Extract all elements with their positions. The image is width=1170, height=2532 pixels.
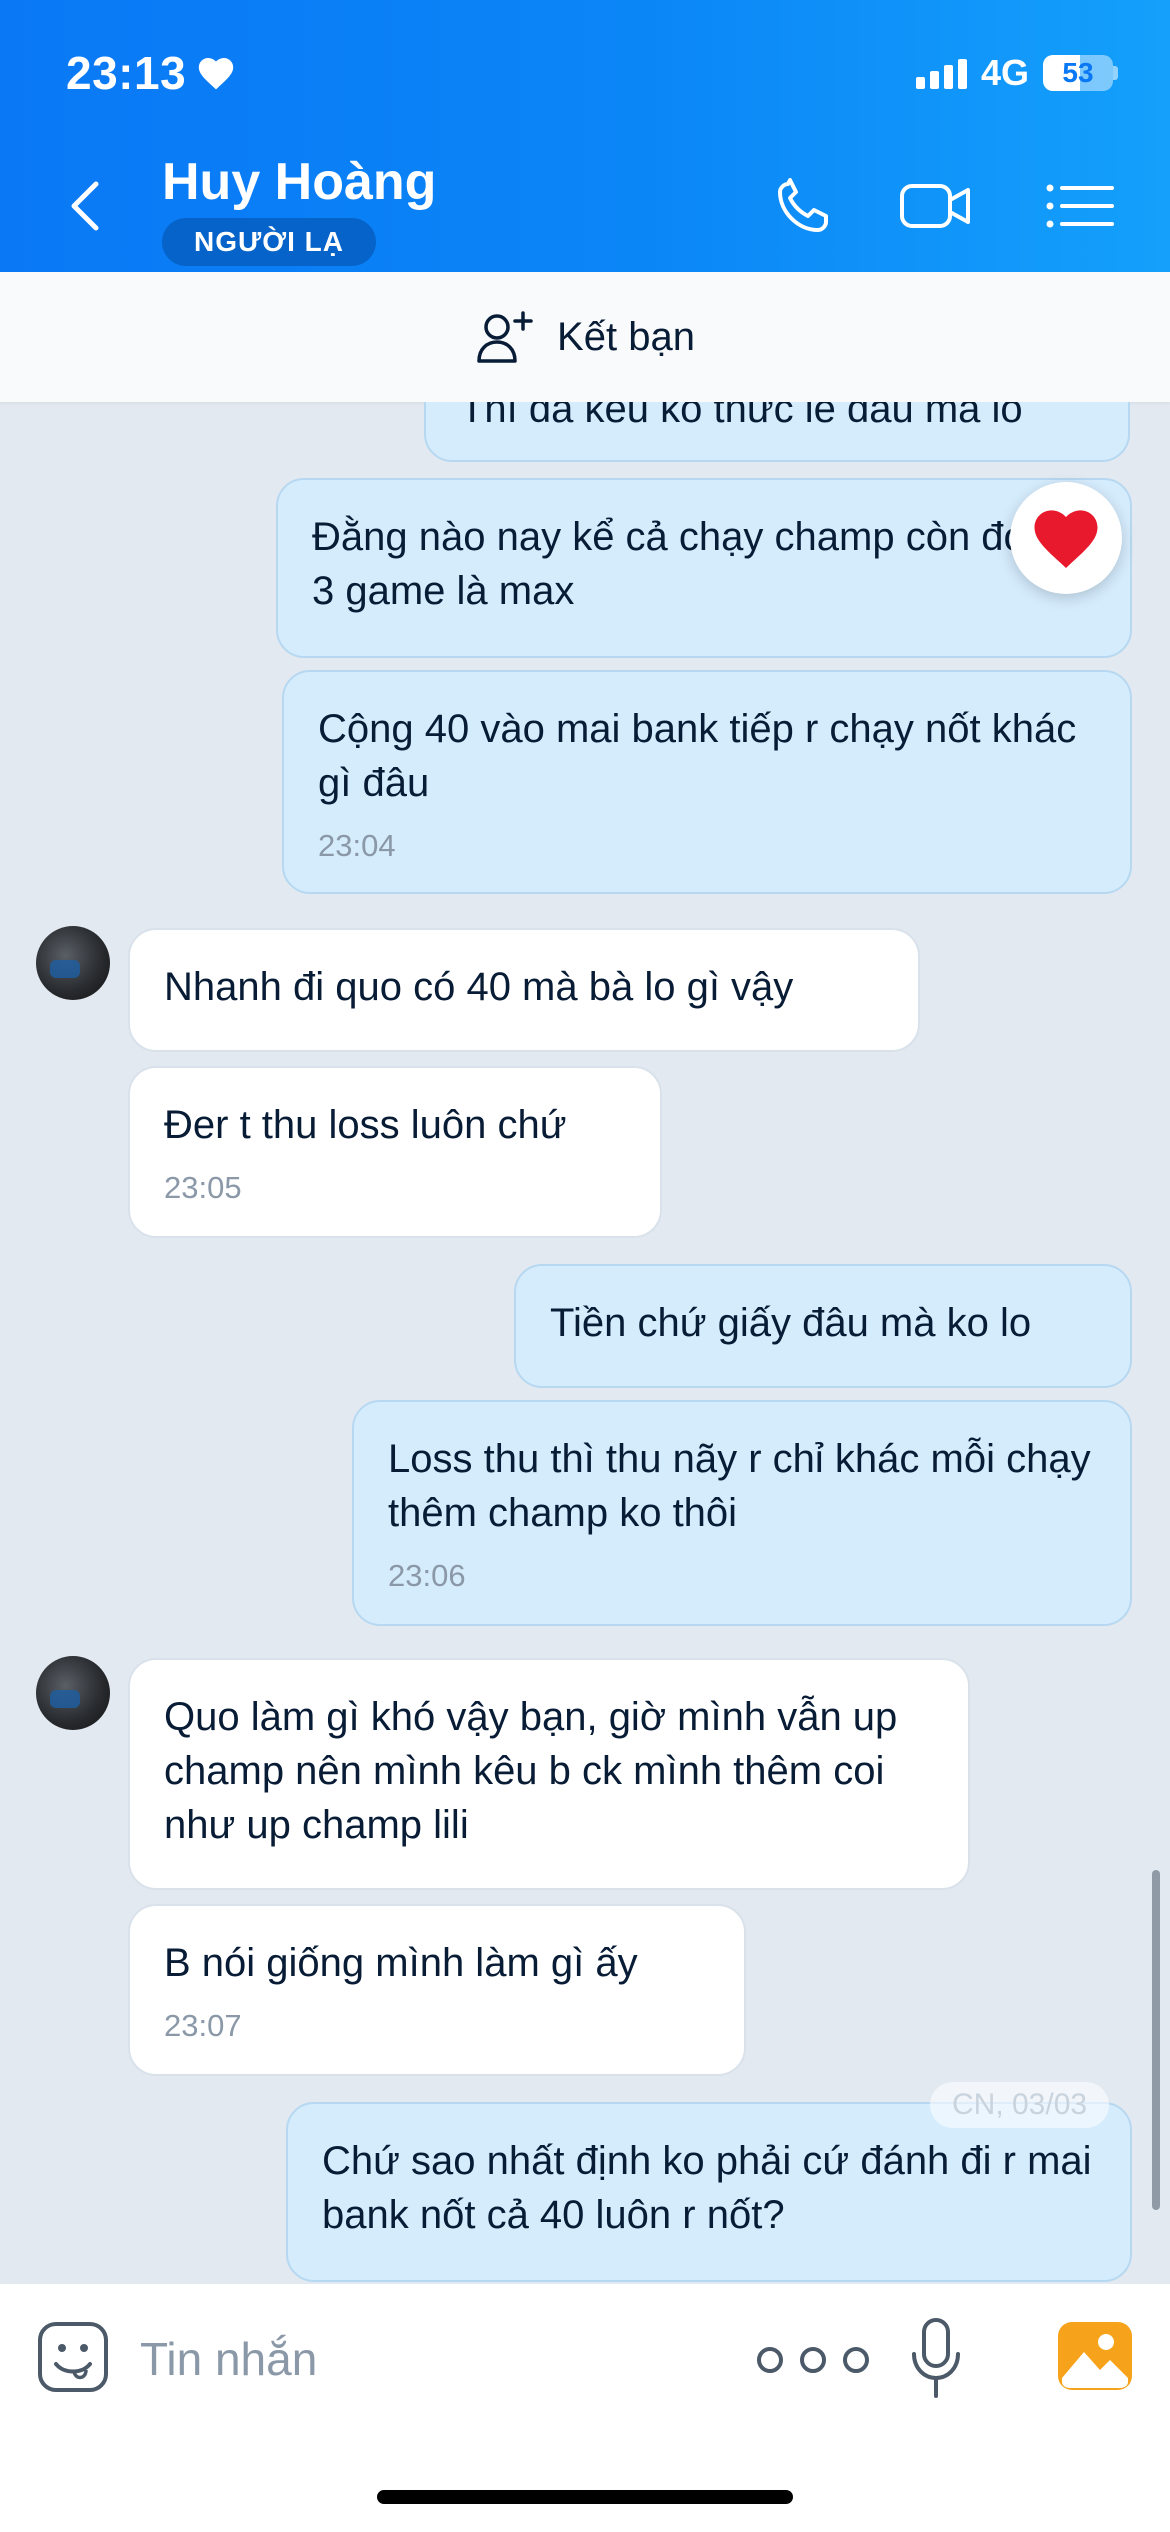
message-text: Loss thu thì thu nãy r chỉ khác mỗi chạy… [388,1437,1091,1535]
scrollbar[interactable] [1152,1870,1160,2210]
message-input-bar [0,2284,1170,2532]
message-bubble[interactable]: Chứ sao nhất định ko phải cứ đánh đi r m… [286,2102,1132,2282]
message-bubble[interactable]: Loss thu thì thu nãy r chỉ khác mỗi chạy… [352,1400,1132,1626]
message-bubble[interactable]: Tiền chứ giấy đâu mà ko lo [514,1264,1132,1388]
message-text: B nói giống mình làm gì ấy [164,1941,638,1985]
more-icon[interactable] [748,2338,878,2382]
status-bar-time: 23:13 [66,46,236,100]
reaction-badge[interactable] [1010,482,1122,594]
avatar[interactable] [36,926,110,1000]
message-bubble[interactable]: Đằng nào nay kể cả chạy champ còn đc có … [276,478,1132,658]
chat-area[interactable]: Thì đã kêu ko thức lẻ đâu mà lo Đằng nào… [0,402,1170,2284]
message-time: 23:04 [318,828,396,863]
clock: 23:13 [66,47,187,99]
video-call-icon[interactable] [896,176,976,236]
message-bubble[interactable]: Quo làm gì khó vậy bạn, giờ mình vẫn up … [128,1658,970,1890]
add-person-icon [477,311,533,363]
image-icon[interactable] [1056,2320,1134,2392]
status-bar-right: 4G 53 [915,52,1118,94]
battery-level: 53 [1062,57,1094,88]
sticker-icon[interactable] [36,2320,110,2394]
contact-name[interactable]: Huy Hoàng [162,152,436,212]
message-text: Thì đã kêu ko thức lẻ đâu mà lo [460,402,1023,431]
battery-icon: 53 [1043,55,1118,91]
message-bubble[interactable]: B nói giống mình làm gì ấy 23:07 [128,1904,746,2076]
heart-icon [198,57,234,90]
battery-indicator: 53 [1043,55,1113,91]
avatar[interactable] [36,1656,110,1730]
home-indicator[interactable] [377,2490,793,2504]
stranger-badge: NGƯỜI LẠ [162,218,376,266]
signal-icon [915,57,967,89]
header-bar: 23:13 4G 53 Huy Hoàng NGƯỜI LẠ [0,0,1170,272]
message-text: Cộng 40 vào mai bank tiếp r chạy nốt khá… [318,707,1077,805]
microphone-icon[interactable] [906,2316,966,2402]
message-bubble[interactable]: Nhanh đi quo có 40 mà bà lo gì vậy [128,928,920,1052]
message-bubble[interactable]: Thì đã kêu ko thức lẻ đâu mà lo [424,402,1130,462]
message-text: Chứ sao nhất định ko phải cứ đánh đi r m… [322,2139,1092,2237]
message-bubble[interactable]: Cộng 40 vào mai bank tiếp r chạy nốt khá… [282,670,1132,894]
phone-icon[interactable] [764,176,844,236]
message-text: Đằng nào nay kể cả chạy champ còn đc có … [312,515,1077,613]
menu-list-icon[interactable] [1040,176,1120,236]
heart-icon [1034,510,1098,568]
date-separator: CN, 03/03 [930,2082,1110,2128]
message-time: 23:06 [388,1558,466,1593]
back-icon[interactable] [60,176,110,236]
message-bubble[interactable]: Đer t thu loss luôn chứ 23:05 [128,1066,662,1238]
add-friend-label: Kết bạn [557,314,695,359]
network-type: 4G [980,52,1029,93]
message-text: Nhanh đi quo có 40 mà bà lo gì vậy [164,965,794,1009]
message-text: Tiền chứ giấy đâu mà ko lo [550,1301,1032,1345]
message-time: 23:07 [164,2008,242,2043]
message-text: Đer t thu loss luôn chứ [164,1103,567,1147]
message-time: 23:05 [164,1170,242,1205]
message-input[interactable] [140,2324,700,2394]
message-text: Quo làm gì khó vậy bạn, giờ mình vẫn up … [164,1695,898,1847]
add-friend-button[interactable]: Kết bạn [0,272,1170,402]
